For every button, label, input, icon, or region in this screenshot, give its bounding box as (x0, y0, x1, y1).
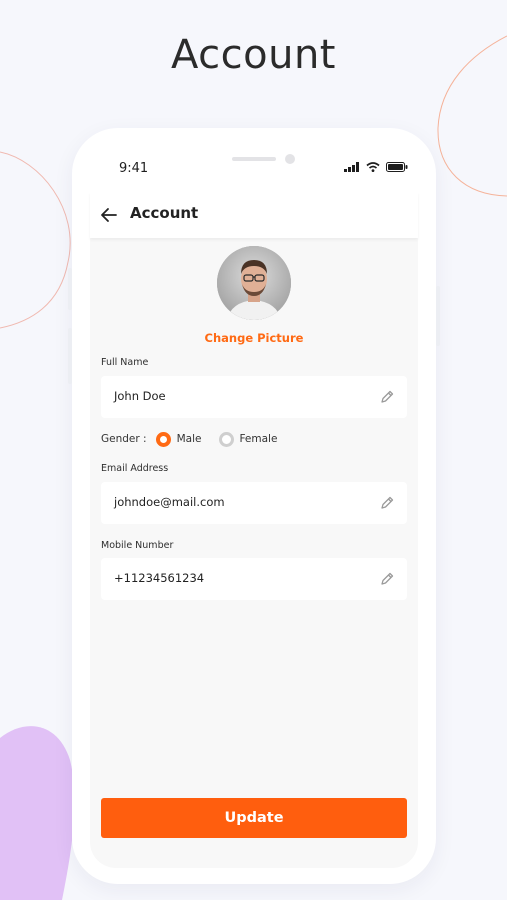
gender-label: Gender : (101, 433, 147, 445)
phone-side-button (68, 328, 72, 384)
speaker-grille (232, 157, 276, 161)
battery-icon (386, 162, 408, 172)
wifi-icon (366, 162, 380, 172)
avatar-illustration (217, 246, 291, 320)
header-title: Account (130, 204, 199, 222)
app-header: Account (90, 192, 418, 238)
pencil-icon[interactable] (379, 495, 395, 511)
front-camera (285, 154, 295, 164)
profile-avatar[interactable] (217, 246, 291, 320)
mobile-field[interactable]: +11234561234 (101, 558, 407, 600)
email-value: johndoe@mail.com (114, 495, 225, 509)
gender-male-label[interactable]: Male (177, 433, 202, 445)
gender-female-radio[interactable] (219, 431, 235, 447)
change-picture-link[interactable]: Change Picture (90, 331, 418, 345)
full-name-field[interactable]: John Doe (101, 376, 407, 418)
pencil-icon[interactable] (379, 389, 395, 405)
status-bar: 9:41 (72, 128, 436, 198)
phone-side-button (436, 286, 440, 346)
account-screen: Change Picture Full Name John Doe Gender… (90, 236, 418, 868)
email-field[interactable]: johndoe@mail.com (101, 482, 407, 524)
status-time: 9:41 (119, 161, 149, 176)
signal-icon (344, 162, 359, 172)
status-icons (344, 162, 408, 172)
mobile-label: Mobile Number (101, 540, 174, 551)
arrow-left-icon[interactable] (98, 204, 120, 226)
full-name-label: Full Name (101, 357, 149, 368)
phone-frame: 9:41 Account Change Picture Full Name Jo… (68, 128, 440, 884)
email-label: Email Address (101, 463, 169, 474)
update-button[interactable]: Update (101, 798, 407, 838)
full-name-value: John Doe (114, 389, 166, 403)
pencil-icon[interactable] (379, 571, 395, 587)
phone-side-button (68, 268, 72, 310)
gender-row: Gender : Male Female (101, 429, 277, 449)
page-title: Account (170, 32, 336, 78)
gender-male-radio[interactable] (155, 431, 171, 447)
mobile-value: +11234561234 (114, 571, 205, 585)
gender-female-label[interactable]: Female (239, 433, 277, 445)
